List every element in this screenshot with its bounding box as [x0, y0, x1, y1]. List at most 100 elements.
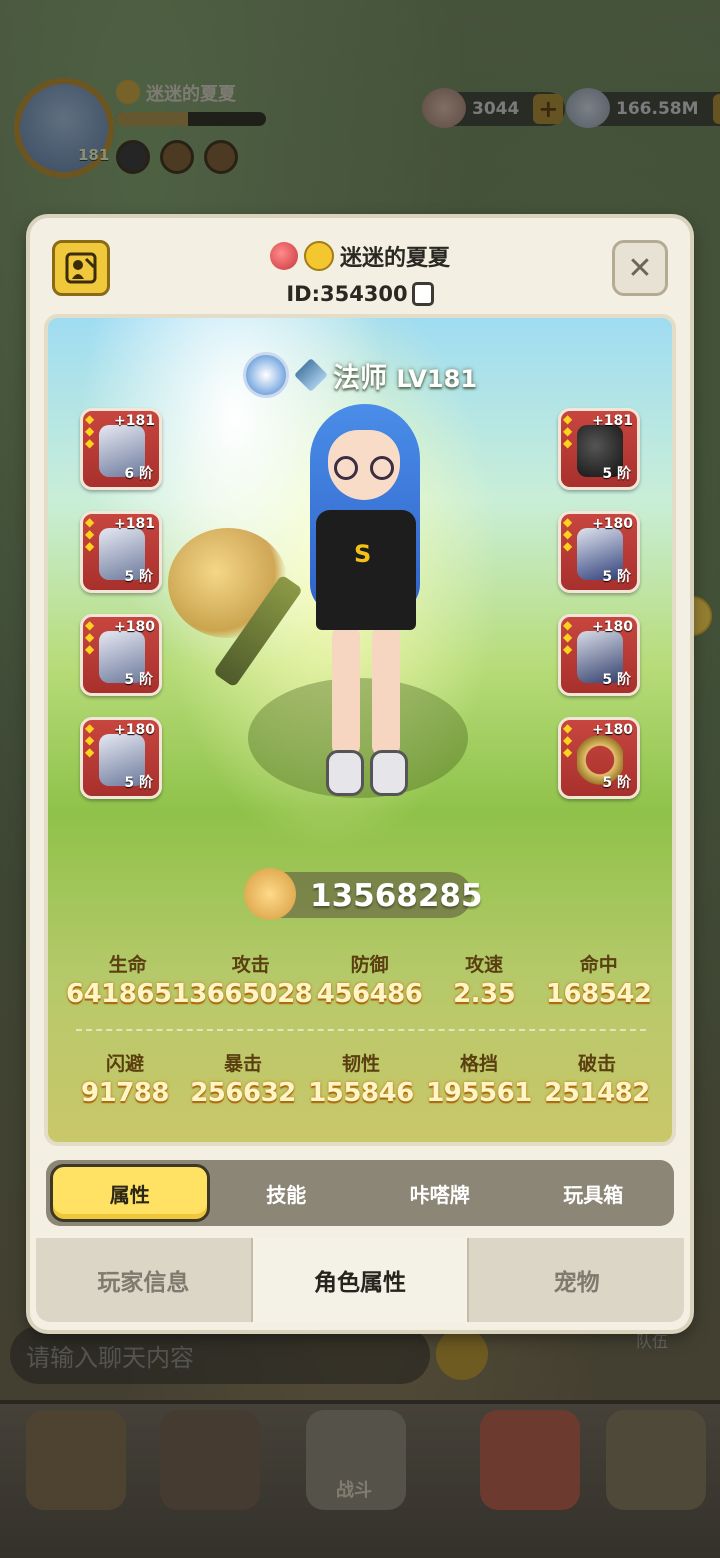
tier-label: 5 阶 [124, 672, 153, 688]
class-name: 法师 [332, 362, 387, 394]
tier-label: 5 阶 [602, 775, 631, 791]
stat-value: 256632 [190, 1078, 296, 1108]
stats-divider [76, 1029, 646, 1031]
star-rating: ◆ ◆ ◆ [85, 412, 95, 450]
subtab-cards[interactable]: 咔嗒牌 [363, 1164, 517, 1222]
tab-character-attributes[interactable]: 角色属性 [252, 1238, 470, 1322]
equip-slot-right-2[interactable]: ◆ ◆ ◆ +180 5 阶 [558, 511, 640, 593]
stat-label: 命中 [579, 954, 618, 976]
sub-tab-bar: 属性 技能 咔嗒牌 玩具箱 [46, 1160, 674, 1226]
stat-crit: 暴击 256632 [184, 1049, 302, 1108]
stat-hit: 命中 168542 [541, 950, 656, 1009]
stat-value: 3665028 [189, 979, 313, 1009]
star-rating: ◆ ◆ ◆ [563, 412, 573, 450]
tier-label: 5 阶 [602, 569, 631, 585]
star-rating: ◆ ◆ ◆ [85, 721, 95, 759]
tier-label: 5 阶 [124, 569, 153, 585]
character-info-panel: ✕ 迷迷的夏夏 ID:354300 法师 LV181 S ◆ ◆ ◆ +181 … [30, 218, 690, 1330]
star-rating: ◆ ◆ ◆ [563, 721, 573, 759]
equip-slot-right-4[interactable]: ◆ ◆ ◆ +180 5 阶 [558, 717, 640, 799]
subtab-attributes[interactable]: 属性 [50, 1164, 210, 1222]
stat-attack: 攻击 3665028 [189, 950, 313, 1009]
equip-slot-left-1[interactable]: ◆ ◆ ◆ +181 6 阶 [80, 408, 162, 490]
shirt-logo: S [354, 540, 372, 568]
stat-block: 格挡 195561 [420, 1049, 538, 1108]
star-rating: ◆ ◆ ◆ [563, 515, 573, 553]
enhance-level: +181 [592, 413, 633, 429]
stat-value: 456486 [316, 979, 423, 1009]
tab-player-info[interactable]: 玩家信息 [36, 1238, 253, 1322]
enhance-level: +180 [114, 722, 155, 738]
stat-value: 91788 [81, 1078, 169, 1108]
stat-label: 韧性 [341, 1053, 380, 1075]
stat-value: 251482 [544, 1078, 650, 1108]
enhance-level: +181 [114, 516, 155, 532]
stat-value: 2.35 [453, 979, 516, 1009]
copy-icon[interactable] [411, 282, 434, 306]
tier-label: 6 阶 [124, 466, 153, 482]
character-shoe-left [326, 750, 364, 796]
stat-value: 168542 [545, 979, 652, 1009]
key-icon [269, 242, 298, 270]
main-tab-bar: 玩家信息 角色属性 宠物 [36, 1238, 684, 1322]
equip-slot-left-3[interactable]: ◆ ◆ ◆ +180 5 阶 [80, 614, 162, 696]
enhance-level: +180 [592, 722, 633, 738]
stat-label: 攻速 [465, 954, 504, 976]
enhance-level: +181 [114, 413, 155, 429]
muscle-icon [244, 868, 296, 920]
combat-power: 13568285 [244, 868, 483, 920]
subtab-toybox[interactable]: 玩具箱 [517, 1164, 671, 1222]
character-model[interactable]: S [288, 400, 448, 820]
stat-defense: 防御 456486 [312, 950, 427, 1009]
player-id: ID:354300 [286, 282, 408, 306]
tier-label: 5 阶 [602, 466, 631, 482]
equip-slot-left-2[interactable]: ◆ ◆ ◆ +181 5 阶 [80, 511, 162, 593]
equip-slot-left-4[interactable]: ◆ ◆ ◆ +180 5 阶 [80, 717, 162, 799]
glasses-left [334, 456, 358, 480]
stat-label: 生命 [108, 954, 147, 976]
class-badge-icon[interactable] [242, 352, 289, 398]
stat-value: 195561 [426, 1078, 532, 1108]
subtab-skills[interactable]: 技能 [210, 1164, 364, 1222]
stats-row-1: 生命 6418651 攻击 3665028 防御 456486 攻速 2.35 命中 16… [66, 950, 656, 1009]
enhance-level: +180 [592, 516, 633, 532]
player-name: 迷迷的夏夏 [339, 246, 450, 271]
mage-class-icon [293, 358, 328, 392]
player-name-row: 迷迷的夏夏 [269, 240, 450, 272]
star-rating: ◆ ◆ ◆ [85, 618, 95, 656]
stat-label: 暴击 [223, 1053, 262, 1075]
stats-row-2: 闪避 91788 暴击 256632 韧性 155846 格挡 195561 破击 251… [66, 1049, 656, 1108]
stat-value: 155846 [308, 1078, 414, 1108]
stats-grid: 生命 6418651 攻击 3665028 防御 456486 攻速 2.35 命中 16… [48, 950, 672, 1108]
stat-dodge: 闪避 91788 [66, 1049, 184, 1108]
character-leg-left [332, 626, 360, 756]
combat-power-value: 13568285 [310, 878, 483, 914]
class-title: 法师 LV181 [333, 356, 477, 395]
equip-slot-right-1[interactable]: ◆ ◆ ◆ +181 5 阶 [558, 408, 640, 490]
stat-label: 闪避 [105, 1053, 144, 1075]
enhance-level: +180 [114, 619, 155, 635]
tier-label: 5 阶 [124, 775, 153, 791]
character-shirt [316, 510, 416, 630]
stat-hp: 生命 6418651 [66, 950, 190, 1009]
tier-label: 5 阶 [602, 672, 631, 688]
class-level: LV181 [396, 364, 478, 393]
character-leg-right [372, 626, 400, 756]
stat-label: 破击 [577, 1053, 616, 1075]
tab-pet[interactable]: 宠物 [469, 1238, 684, 1322]
equip-slot-right-3[interactable]: ◆ ◆ ◆ +180 5 阶 [558, 614, 640, 696]
stat-label: 格挡 [459, 1053, 498, 1075]
stat-toughness: 韧性 155846 [302, 1049, 420, 1108]
stat-attack-speed: 攻速 2.35 [427, 950, 542, 1009]
character-showcase: 法师 LV181 S ◆ ◆ ◆ +181 6 阶 ◆ ◆ ◆ +181 5 阶… [44, 314, 676, 1146]
stat-value: 6418651 [66, 979, 190, 1009]
character-shoe-right [370, 750, 408, 796]
enhance-level: +180 [592, 619, 633, 635]
emoji-icon [303, 241, 334, 271]
star-rating: ◆ ◆ ◆ [85, 515, 95, 553]
stat-label: 防御 [350, 954, 389, 976]
player-header: 迷迷的夏夏 ID:354300 [30, 240, 690, 306]
stat-label: 攻击 [231, 954, 270, 976]
player-id-row: ID:354300 [286, 282, 434, 306]
stat-break: 破击 251482 [538, 1049, 656, 1108]
